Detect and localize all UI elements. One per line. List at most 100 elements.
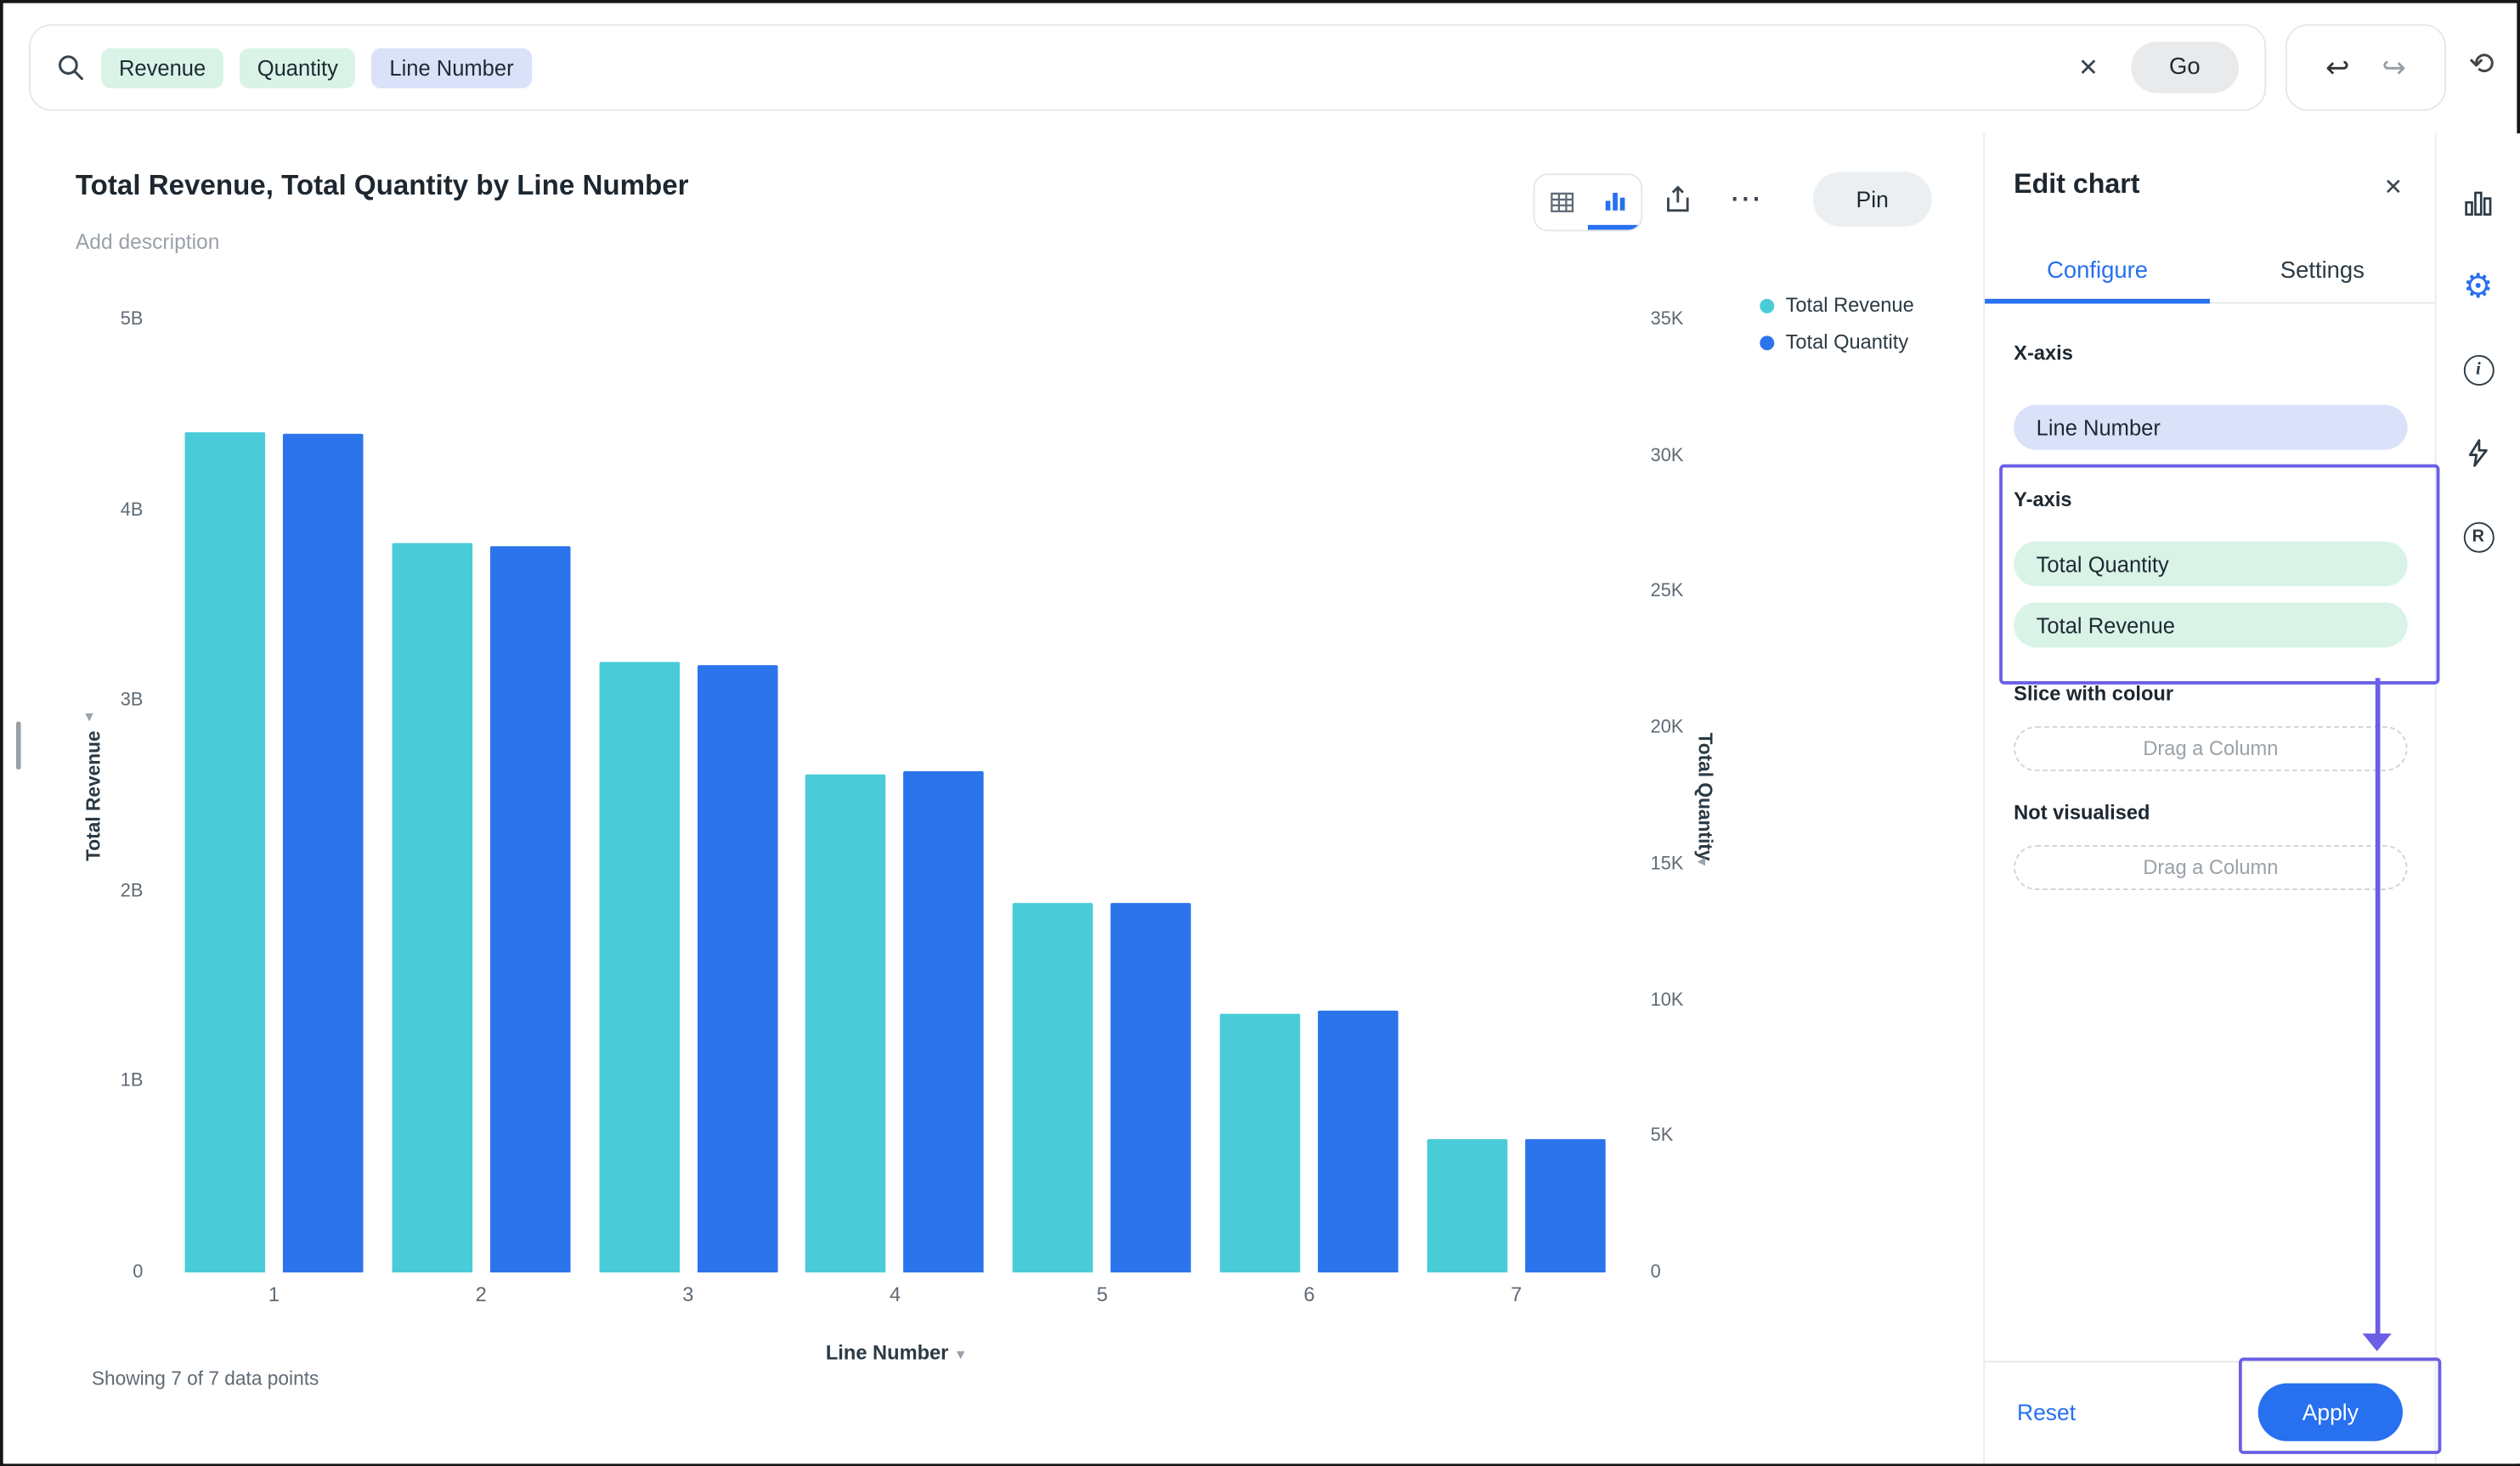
not-visualised-drop-zone[interactable]: Drag a Column: [2014, 844, 2408, 890]
bar-chart-rail-icon: [2465, 191, 2492, 216]
chart-legend: Total Revenue Total Quantity: [1760, 294, 1914, 353]
search-token-quantity[interactable]: Quantity: [239, 47, 356, 88]
tick-label: 5B: [120, 310, 144, 330]
tick-label: 5K: [1650, 1126, 1674, 1147]
slice-section-label: Slice with colour: [2014, 682, 2174, 706]
bar-group: [184, 319, 364, 1273]
refresh-icon[interactable]: ⟲: [2468, 47, 2494, 84]
tick-label: 4B: [120, 500, 144, 521]
redo-icon[interactable]: ↪: [2382, 51, 2406, 85]
y-axis-chip-total-quantity[interactable]: Total Quantity: [2014, 541, 2408, 587]
bar-total-revenue[interactable]: [1013, 902, 1093, 1273]
more-options-button[interactable]: ⋯: [1729, 178, 1763, 218]
annotation-arrow-head: [2362, 1333, 2392, 1351]
chart-title: Total Revenue, Total Quantity by Line Nu…: [75, 168, 689, 201]
tick-label: 2B: [120, 882, 144, 901]
bar-group: [1427, 319, 1606, 1273]
tick-label: 30K: [1650, 446, 1684, 466]
bar-total-revenue[interactable]: [805, 775, 887, 1273]
y-axis-right-ticks: 35K 30K 25K 20K 15K 10K 5K 0: [1626, 310, 1704, 1282]
settings-gear-icon[interactable]: ⚙: [2461, 268, 2496, 304]
legend-label: Total Quantity: [1785, 330, 1909, 354]
panel-tabs: Configure Settings: [1985, 240, 2435, 304]
table-icon: [1550, 192, 1574, 212]
bar-total-quantity[interactable]: [903, 771, 985, 1273]
table-view-button[interactable]: [1534, 175, 1587, 229]
bolt-glyph: [2468, 439, 2488, 467]
search-token-revenue[interactable]: Revenue: [101, 47, 224, 88]
bar-group: [1219, 319, 1398, 1273]
chart-canvas: Total Revenue, Total Quantity by Line Nu…: [3, 133, 1984, 1463]
edit-chart-panel: Edit chart ✕ Configure Settings X-axis L…: [1983, 133, 2442, 1463]
bar-chart-icon: [1604, 192, 1624, 210]
share-icon: [1667, 185, 1689, 212]
chart-view-button[interactable]: [1587, 175, 1641, 230]
plot-area: [164, 319, 1626, 1273]
search-token-line-number[interactable]: Line Number: [371, 47, 532, 88]
bar-total-quantity[interactable]: [697, 665, 777, 1273]
chart-panel-icon[interactable]: [2461, 185, 2496, 221]
x-labels: 1 2 3 4 5 6 7: [164, 1283, 1626, 1305]
r-badge-icon[interactable]: R: [2461, 519, 2496, 555]
data-points-status: Showing 7 of 7 data points: [91, 1367, 319, 1390]
add-description-link[interactable]: Add description: [76, 229, 220, 253]
bar-total-quantity[interactable]: [282, 434, 364, 1273]
y-axis-chip-total-revenue[interactable]: Total Revenue: [2014, 602, 2408, 648]
bar-total-revenue[interactable]: [392, 542, 472, 1273]
search-bar[interactable]: Revenue Quantity Line Number ✕ Go: [29, 24, 2267, 111]
x-tick-label: 4: [890, 1283, 901, 1306]
bar-total-revenue[interactable]: [598, 663, 680, 1273]
legend-dot-quantity: [1760, 335, 1775, 350]
tick-label: 15K: [1650, 854, 1684, 874]
info-glyph: i: [2462, 354, 2494, 386]
legend-item-total-revenue[interactable]: Total Revenue: [1760, 294, 1914, 317]
tick-label: 25K: [1650, 582, 1684, 602]
not-visualised-section-label: Not visualised: [2014, 801, 2150, 825]
x-tick-label: 2: [475, 1283, 487, 1306]
lightning-icon[interactable]: [2461, 436, 2496, 471]
legend-label: Total Revenue: [1785, 294, 1914, 317]
top-bar: Revenue Quantity Line Number ✕ Go ↩ ↪ ⟲: [3, 3, 2517, 135]
close-icon[interactable]: ✕: [2384, 173, 2403, 200]
r-glyph: R: [2462, 521, 2494, 552]
bar-group: [805, 319, 985, 1273]
undo-redo-group: ↩ ↪: [2285, 24, 2447, 111]
info-icon[interactable]: i: [2461, 352, 2496, 387]
x-tick-label: 6: [1303, 1283, 1315, 1306]
tick-label: 1B: [120, 1072, 144, 1092]
apply-button[interactable]: Apply: [2257, 1384, 2403, 1442]
bar-total-quantity[interactable]: [489, 545, 571, 1273]
right-icon-rail: ⚙ i R: [2434, 133, 2520, 1463]
share-button[interactable]: [1662, 183, 1694, 223]
reset-button[interactable]: Reset: [2017, 1400, 2076, 1425]
undo-icon[interactable]: ↩: [2325, 51, 2350, 85]
bar-total-revenue[interactable]: [1427, 1139, 1508, 1273]
resize-handle[interactable]: [15, 721, 21, 770]
tab-configure[interactable]: Configure: [1985, 240, 2210, 304]
legend-item-total-quantity[interactable]: Total Quantity: [1760, 331, 1913, 353]
slice-drop-zone[interactable]: Drag a Column: [2014, 726, 2408, 771]
search-icon: [59, 55, 83, 81]
tick-label: 0: [1650, 1262, 1661, 1283]
tick-label: 20K: [1650, 718, 1684, 738]
clear-search-icon[interactable]: ✕: [2078, 53, 2099, 82]
go-button[interactable]: Go: [2130, 42, 2239, 93]
legend-dot-revenue: [1760, 297, 1775, 313]
x-axis-chip-line-number[interactable]: Line Number: [2014, 404, 2408, 450]
x-axis-title[interactable]: Line Number ▾: [164, 1341, 1626, 1363]
x-tick-label: 3: [682, 1283, 694, 1306]
x-axis-caret-icon: ▾: [956, 1346, 965, 1364]
bar-total-quantity[interactable]: [1110, 902, 1192, 1273]
pin-button[interactable]: Pin: [1812, 172, 1932, 227]
x-axis-title-label: Line Number: [825, 1341, 949, 1364]
bar-total-revenue[interactable]: [1219, 1013, 1301, 1273]
bar-total-revenue[interactable]: [184, 431, 266, 1273]
panel-title: Edit chart: [2014, 168, 2140, 200]
tab-settings[interactable]: Settings: [2210, 240, 2435, 302]
bar-total-quantity[interactable]: [1525, 1139, 1606, 1273]
bar-group: [392, 319, 571, 1273]
x-tick-label: 1: [268, 1283, 280, 1306]
bar-total-quantity[interactable]: [1318, 1011, 1398, 1273]
x-tick-label: 7: [1511, 1283, 1523, 1306]
app-window: Revenue Quantity Line Number ✕ Go ↩ ↪ ⟲ …: [0, 0, 2520, 1466]
